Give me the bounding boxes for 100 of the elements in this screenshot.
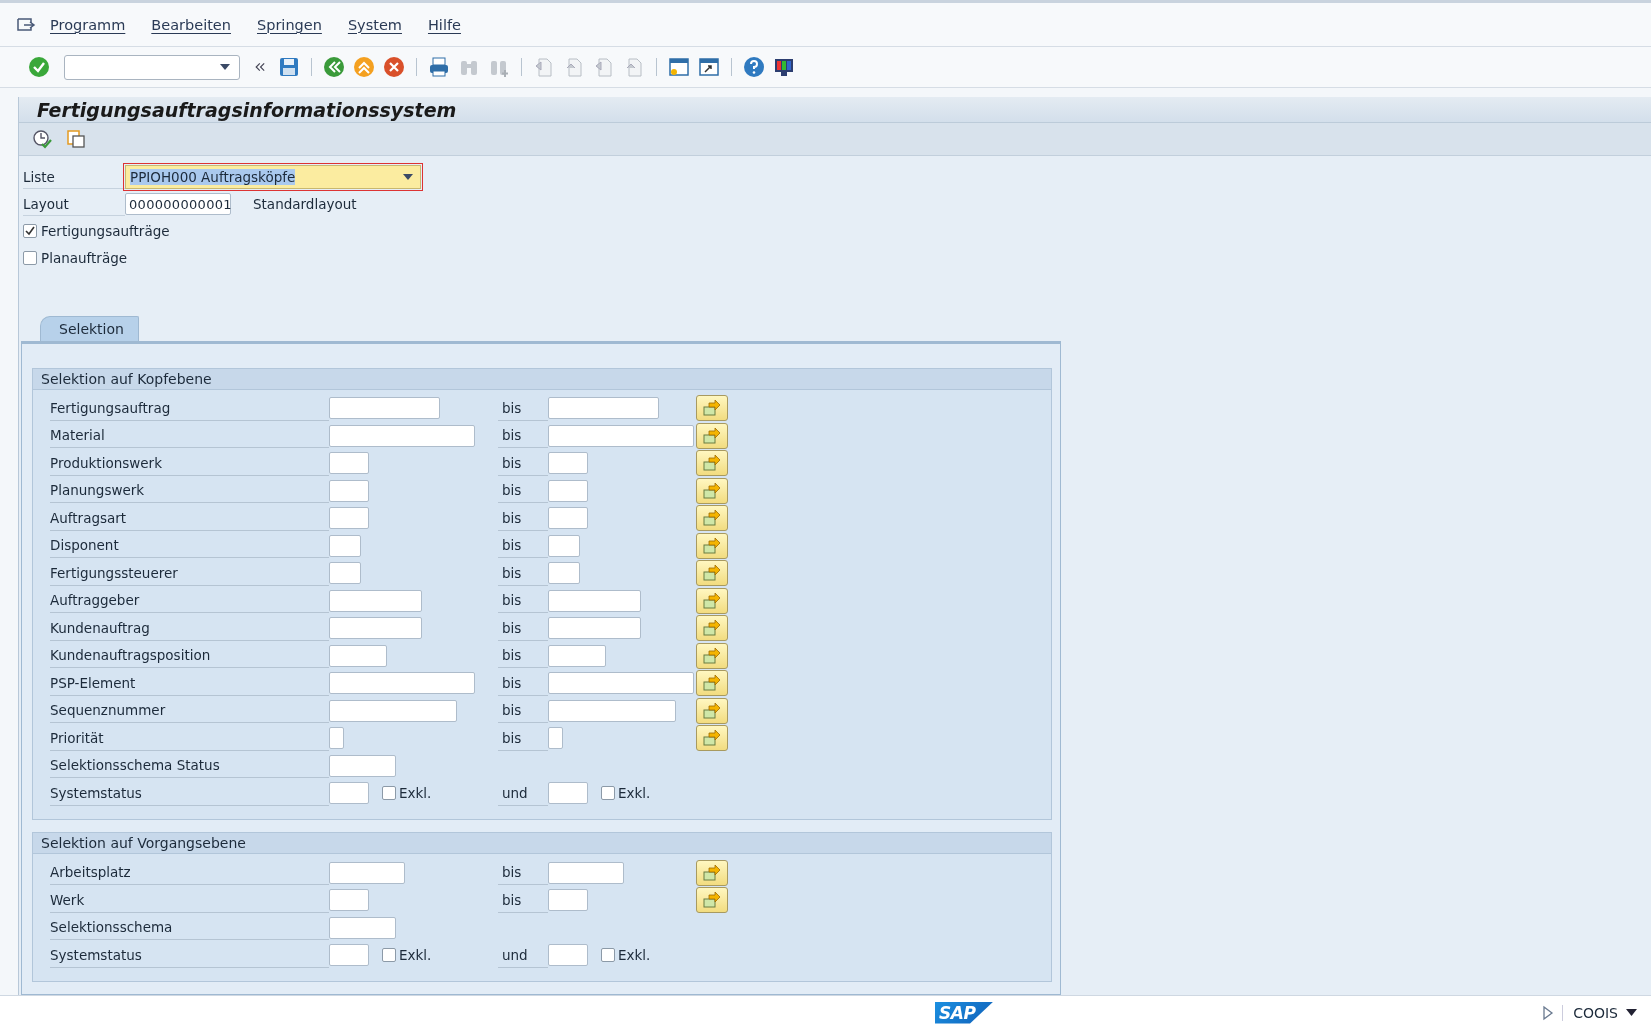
- from-field[interactable]: [329, 699, 457, 722]
- checkbox-label: Fertigungsaufträge: [41, 223, 170, 239]
- tab[interactable]: Selektion: [40, 315, 139, 341]
- multiple-selection-button[interactable]: [696, 887, 728, 914]
- command-field[interactable]: [64, 54, 240, 80]
- multiple-selection-button[interactable]: [696, 422, 728, 449]
- checkbox[interactable]: [601, 948, 615, 963]
- to-field[interactable]: [548, 452, 588, 475]
- new-window-icon[interactable]: [668, 56, 690, 78]
- checkbox[interactable]: [601, 786, 615, 801]
- checkmark-icon[interactable]: [28, 56, 50, 78]
- monitor-icon[interactable]: [773, 56, 795, 78]
- status-field[interactable]: [329, 782, 369, 805]
- input-field[interactable]: [329, 754, 396, 777]
- menu-icon[interactable]: [16, 16, 36, 33]
- checkbox-label: Planaufträge: [41, 250, 128, 266]
- field-label: Auftraggeber: [50, 588, 329, 614]
- field-label: Selektionsschema: [50, 915, 329, 941]
- multiple-selection-button[interactable]: [696, 587, 728, 614]
- page-icon[interactable]: [533, 56, 555, 78]
- caret-icon[interactable]: [402, 173, 414, 181]
- from-field[interactable]: [329, 889, 369, 912]
- arrow-icon: [702, 863, 722, 882]
- list-dropdown[interactable]: PPIOH000 Auftragsköpfe: [125, 165, 421, 189]
- back-icon[interactable]: [323, 56, 345, 78]
- checkbox[interactable]: [382, 786, 396, 801]
- from-field[interactable]: [329, 452, 369, 475]
- checkbox[interactable]: [23, 251, 37, 265]
- status-field[interactable]: [329, 944, 369, 967]
- to-field[interactable]: [548, 889, 588, 912]
- from-field[interactable]: [329, 479, 369, 502]
- to-field[interactable]: [548, 617, 641, 640]
- clock-check-icon[interactable]: [31, 127, 53, 150]
- from-field[interactable]: [329, 397, 440, 420]
- cancel-icon[interactable]: [383, 56, 405, 78]
- to-field[interactable]: [548, 534, 580, 557]
- arrow-icon: [702, 891, 722, 910]
- layout-description: Standardlayout: [253, 196, 357, 212]
- multiple-selection-button[interactable]: [696, 697, 728, 724]
- print-icon[interactable]: [428, 56, 450, 78]
- checkbox-label: Exkl.: [399, 947, 432, 964]
- multiple-selection-button[interactable]: [696, 532, 728, 559]
- status-field[interactable]: [548, 944, 588, 967]
- multiple-selection-button[interactable]: [696, 859, 728, 886]
- menu-item[interactable]: Springen: [257, 16, 322, 33]
- menu-item[interactable]: Hilfe: [427, 16, 461, 33]
- multiple-selection-button[interactable]: [696, 615, 728, 642]
- field-label: Arbeitsplatz: [50, 860, 329, 886]
- caret-icon[interactable]: [219, 63, 231, 71]
- sap-logo: SAP: [935, 1001, 994, 1024]
- to-field[interactable]: [548, 727, 563, 750]
- multiple-selection-button[interactable]: [696, 560, 728, 587]
- checkbox[interactable]: [382, 948, 396, 963]
- from-field[interactable]: [329, 644, 387, 667]
- from-field[interactable]: [329, 727, 344, 750]
- layout-field[interactable]: 000000000001: [125, 193, 231, 215]
- to-field[interactable]: [548, 699, 676, 722]
- play-icon[interactable]: [1542, 1004, 1555, 1021]
- from-field[interactable]: [329, 562, 361, 585]
- checkbox[interactable]: [23, 224, 37, 238]
- to-field[interactable]: [548, 397, 659, 420]
- from-field[interactable]: [329, 507, 369, 530]
- copy-icon[interactable]: [65, 127, 87, 150]
- to-field[interactable]: [548, 507, 588, 530]
- to-field[interactable]: [548, 672, 694, 695]
- arrow-icon: [702, 646, 722, 665]
- caret-icon[interactable]: [1626, 1009, 1637, 1016]
- transaction-code: COOIS: [1562, 1004, 1618, 1021]
- from-field[interactable]: [329, 672, 475, 695]
- from-field[interactable]: [329, 424, 475, 447]
- multiple-selection-button[interactable]: [696, 450, 728, 477]
- to-field[interactable]: [548, 644, 606, 667]
- from-field[interactable]: [329, 534, 361, 557]
- multiple-selection-button[interactable]: [696, 395, 728, 422]
- field-label: Kundenauftrag: [50, 615, 329, 641]
- menu-item[interactable]: Programm: [50, 16, 126, 33]
- from-field[interactable]: [329, 617, 422, 640]
- to-field[interactable]: [548, 589, 641, 612]
- from-field[interactable]: [329, 861, 405, 884]
- arrow-icon: [702, 426, 722, 445]
- to-field[interactable]: [548, 562, 580, 585]
- menu-item[interactable]: Bearbeiten: [151, 16, 231, 33]
- menu-item[interactable]: System: [347, 16, 402, 33]
- to-field[interactable]: [548, 424, 694, 447]
- from-field[interactable]: [329, 589, 422, 612]
- help-icon[interactable]: [743, 56, 765, 78]
- shortcut-icon[interactable]: [698, 56, 720, 78]
- arrow-icon: [702, 536, 722, 555]
- to-field[interactable]: [548, 861, 624, 884]
- multiple-selection-button[interactable]: [696, 725, 728, 752]
- to-field[interactable]: [548, 479, 588, 502]
- multiple-selection-button[interactable]: [696, 477, 728, 504]
- multiple-selection-button[interactable]: [696, 505, 728, 532]
- multiple-selection-button[interactable]: [696, 642, 728, 669]
- save-icon[interactable]: [278, 56, 300, 78]
- input-field[interactable]: [329, 916, 396, 939]
- status-field[interactable]: [548, 782, 588, 805]
- exit-icon[interactable]: [353, 56, 375, 78]
- multiple-selection-button[interactable]: [696, 670, 728, 697]
- page-icon[interactable]: [593, 56, 615, 78]
